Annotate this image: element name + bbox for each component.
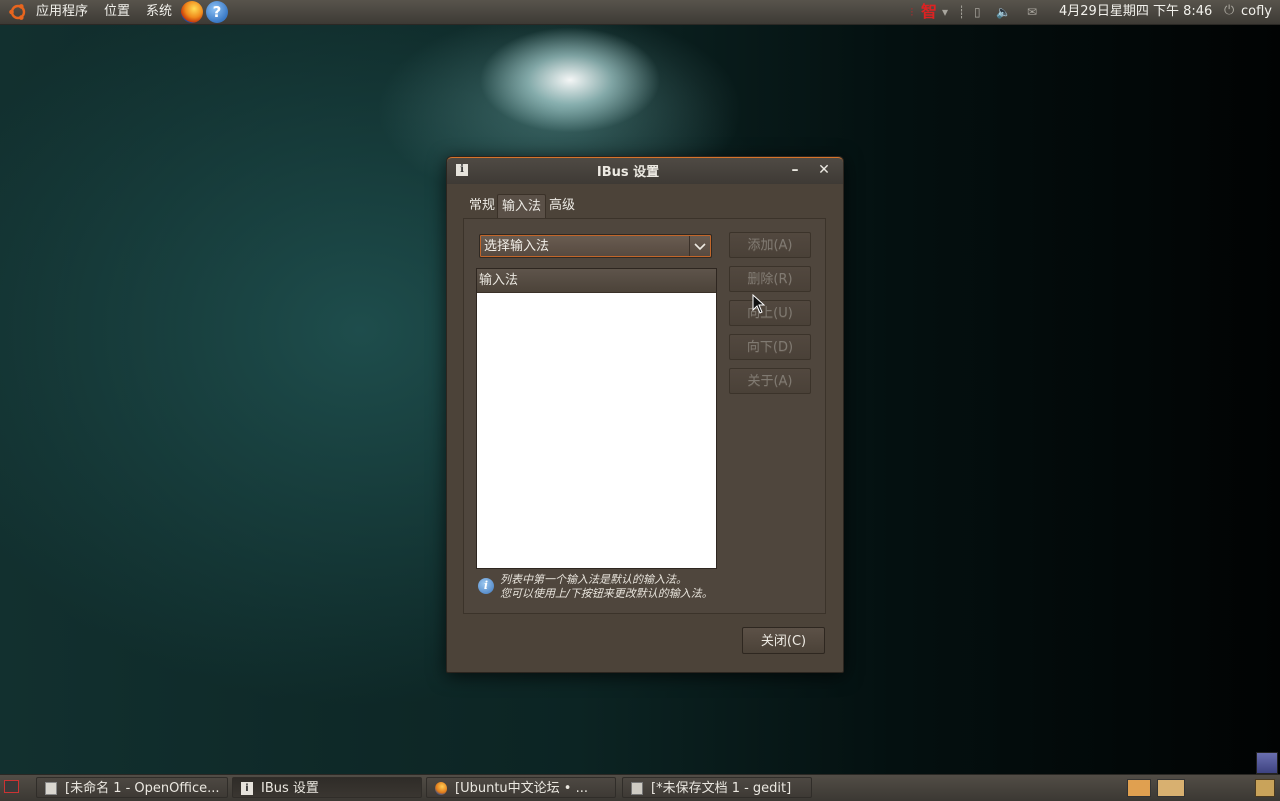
tab-input-methods[interactable]: 输入法 <box>497 194 547 219</box>
close-button[interactable]: 关闭(C) <box>742 627 825 654</box>
taskbar-item-ibus[interactable]: i IBus 设置 <box>232 777 422 798</box>
combo-label: 选择输入法 <box>484 239 550 254</box>
show-desktop-icon[interactable] <box>4 780 19 793</box>
ibus-tray-icon[interactable] <box>1256 752 1278 774</box>
taskbar-item-label: [未命名 1 - OpenOffice... <box>65 781 220 796</box>
firefox-icon <box>435 782 447 795</box>
ime-dropdown-icon[interactable]: ▾ <box>942 4 948 20</box>
tab-general[interactable]: 常规 <box>465 194 499 218</box>
workspace-1-icon[interactable] <box>1127 779 1151 797</box>
clock[interactable]: 4月29日星期四 下午 8:46 <box>1059 0 1212 24</box>
firefox-launcher-icon[interactable] <box>181 1 203 23</box>
trash-icon[interactable] <box>1255 779 1275 797</box>
menu-places[interactable]: 位置 <box>104 0 130 24</box>
window-titlebar[interactable]: i IBus 设置 – ✕ <box>447 157 843 184</box>
window-title: IBus 设置 <box>596 165 660 180</box>
taskbar-item-gedit[interactable]: [*未保存文档 1 - gedit] <box>622 777 812 798</box>
taskbar-item-label: [*未保存文档 1 - gedit] <box>651 781 792 796</box>
help-launcher-icon[interactable]: ? <box>206 1 228 23</box>
taskbar-item-firefox[interactable]: [Ubuntu中文论坛 • ... <box>426 777 616 798</box>
taskbar-item-label: [Ubuntu中文论坛 • ... <box>455 781 588 796</box>
menu-system[interactable]: 系统 <box>146 0 172 24</box>
taskbar-item-openoffice[interactable]: [未命名 1 - OpenOffice... <box>36 777 228 798</box>
ubuntu-logo-icon[interactable] <box>8 2 28 22</box>
info-window-icon: i <box>241 782 253 795</box>
mail-icon[interactable]: ✉ <box>1027 4 1037 20</box>
separator-icon: ┊ <box>958 5 966 19</box>
tab-panel: 选择输入法 输入法 添加(A) 删除(R) 向上(U) 向下(D) 关于(A) … <box>463 218 826 614</box>
info-text-line2: 您可以使用上/下按钮来更改默认的输入法。 <box>500 587 713 600</box>
input-method-list[interactable]: 输入法 <box>476 268 717 569</box>
mouse-pointer-icon <box>752 294 766 314</box>
power-icon[interactable]: ⏻ <box>1224 3 1234 19</box>
battery-icon[interactable]: ▯ <box>974 4 981 20</box>
ibus-settings-window: i IBus 设置 – ✕ 常规 输入法 高级 选择输入法 输入法 添加(A) … <box>446 156 844 673</box>
chevron-down-icon[interactable] <box>689 236 710 256</box>
volume-icon[interactable]: 🔈 <box>996 4 1011 20</box>
remove-button[interactable]: 删除(R) <box>729 266 811 292</box>
taskbar-item-label: IBus 设置 <box>261 781 319 796</box>
minimize-icon[interactable]: – <box>786 161 804 179</box>
info-text-line1: 列表中第一个输入法是默认的输入法。 <box>500 573 687 586</box>
bottom-panel: [未命名 1 - OpenOffice... i IBus 设置 [Ubuntu… <box>0 774 1280 801</box>
list-column-header[interactable]: 输入法 <box>477 269 716 293</box>
about-button[interactable]: 关于(A) <box>729 368 811 394</box>
add-button[interactable]: 添加(A) <box>729 232 811 258</box>
ime-indicator-icon[interactable]: 智 <box>921 0 937 24</box>
text-editor-icon <box>631 782 643 795</box>
workspace-2-icon[interactable] <box>1157 779 1185 797</box>
move-down-button[interactable]: 向下(D) <box>729 334 811 360</box>
select-input-method-combo[interactable]: 选择输入法 <box>479 234 712 258</box>
top-panel: 应用程序 位置 系统 ? ⁝ 智 ▾ ┊ ▯ 🔈 ✉ 4月29日星期四 下午 8… <box>0 0 1280 25</box>
close-icon[interactable]: ✕ <box>815 161 833 179</box>
dots-icon: ⁝ <box>910 5 914 19</box>
move-up-button[interactable]: 向上(U) <box>729 300 811 326</box>
username[interactable]: cofly <box>1241 0 1272 24</box>
tab-advanced[interactable]: 高级 <box>545 194 579 218</box>
menu-applications[interactable]: 应用程序 <box>36 0 88 24</box>
info-icon: i <box>478 578 494 594</box>
document-icon <box>45 782 57 795</box>
